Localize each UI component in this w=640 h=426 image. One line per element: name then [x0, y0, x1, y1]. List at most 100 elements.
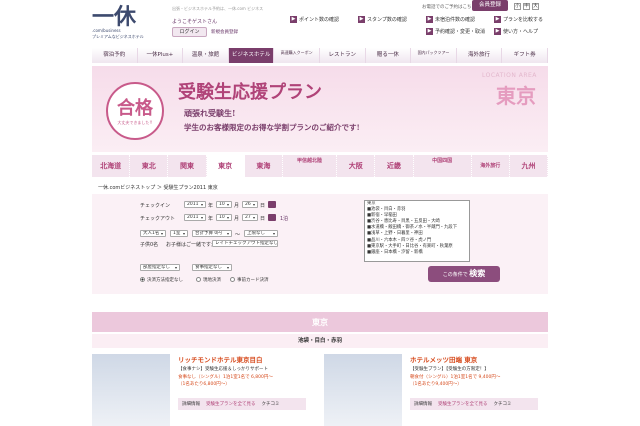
region-tab[interactable]: 近畿 — [375, 155, 414, 177]
details-button[interactable]: 詳細情報 — [414, 401, 432, 407]
new-register-link[interactable]: 新規会員登録 — [211, 29, 238, 35]
region-tab[interactable]: 甲信越北陸 — [283, 155, 338, 177]
adults-select[interactable]: 大人1名 — [140, 230, 166, 237]
hotel-name[interactable]: リッチモンドホテル東京目白 — [178, 354, 263, 364]
nav-item-business-hotel[interactable]: ビジネスホテル — [228, 48, 275, 63]
calendar-icon[interactable] — [268, 201, 276, 208]
meal-select[interactable]: 食事指定なし — [192, 264, 232, 271]
nav-item[interactable]: 一休Plus+ — [137, 48, 184, 63]
details-button[interactable]: 詳細情報 — [182, 401, 200, 407]
child-label: 子供0名 — [140, 242, 159, 248]
hotel-image[interactable] — [92, 354, 170, 426]
help-link[interactable]: ▶ 使い方・ヘルプ — [494, 28, 538, 36]
points-link[interactable]: ▶ ポイント数の確認 — [290, 16, 339, 24]
list-item[interactable]: ■銀座・日本橋・汐留・新橋 — [367, 250, 469, 256]
logo-sub2: プレミアムなビジネスホテル — [92, 34, 144, 39]
month-unit: 月 — [234, 216, 240, 222]
budget-max-select[interactable]: 上限なし — [244, 230, 278, 237]
region-tab[interactable]: 大阪 — [337, 155, 376, 177]
login-button[interactable]: ログイン — [172, 27, 207, 37]
region-tab[interactable]: 九州 — [510, 155, 549, 177]
hotel-image[interactable] — [324, 354, 402, 426]
hotel-name[interactable]: ホテルメッツ田端 東京 — [410, 354, 477, 364]
arrow-icon: ▶ — [494, 28, 501, 35]
year-unit: 年 — [208, 216, 214, 222]
site-logo[interactable]: 一休 .com/business プレミアムなビジネスホテル — [92, 6, 162, 44]
font-large-button[interactable]: 大 — [532, 3, 539, 10]
all-plans-button[interactable]: 受験生プランを全て見る — [438, 401, 488, 407]
tagline: 出張・ビジネスホテル予約は、一休.com ビジネス — [172, 6, 264, 11]
rooms-select[interactable]: 1室 — [170, 230, 188, 237]
font-medium-button[interactable]: 中 — [523, 3, 530, 10]
tel-text: お電話でのご予約はこちら — [422, 5, 476, 10]
region-tab[interactable]: 東海 — [245, 155, 283, 177]
reviews-button[interactable]: クチコミ — [494, 401, 512, 407]
hotel-plan: 【食事ナシ】受験生応援＆しっかりサポート — [178, 367, 268, 372]
region-tab[interactable]: 中国四国 — [414, 155, 472, 177]
stamps-link[interactable]: ▶ スタンプ数の確認 — [358, 16, 407, 24]
checkout-day-select[interactable]: 27 — [242, 214, 258, 221]
font-small-button[interactable]: 小 — [514, 3, 521, 10]
checkout-year-select[interactable]: 2011 — [184, 214, 206, 221]
region-tab[interactable]: 北海道 — [92, 155, 131, 177]
nav-item[interactable]: 宿泊予約 — [92, 48, 138, 63]
day-unit: 日 — [260, 203, 266, 209]
banner-subtitle: 頑張れ受験生! — [184, 108, 236, 118]
nav-item[interactable]: 海外旅行 — [456, 48, 503, 63]
payment-any-radio[interactable]: 決済方法指定なし — [140, 277, 183, 283]
checkin-day-select[interactable]: 26 — [242, 201, 258, 208]
day-unit: 日 — [260, 216, 266, 222]
location-city: 東京 — [496, 84, 536, 108]
logo-main: 一休 — [92, 4, 137, 30]
region-tab[interactable]: 東北 — [130, 155, 169, 177]
checkin-year-select[interactable]: 2011 — [184, 201, 206, 208]
checkout-label: チェックアウト — [140, 216, 176, 222]
budget-min-select[interactable]: 合計予算 0円 — [192, 230, 232, 237]
result-subarea-header: 池袋・目白・赤羽 — [92, 334, 548, 348]
arrow-icon: ▶ — [426, 16, 433, 23]
payment-card-radio[interactable]: 事前カード決済 — [230, 277, 269, 283]
nav-item[interactable]: 国内パックツアー — [411, 48, 457, 63]
nights-text: 1泊 — [280, 216, 289, 222]
nav-item[interactable]: 贈る一休 — [365, 48, 412, 63]
month-unit: 月 — [234, 203, 240, 209]
checkin-month-select[interactable]: 10 — [216, 201, 232, 208]
arrow-icon: ▶ — [494, 16, 501, 23]
checkout-month-select[interactable]: 10 — [216, 214, 232, 221]
main-nav: 宿泊予約 一休Plus+ 温泉・旅館 ビジネスホテル 高速購入クーポン レストラ… — [92, 48, 548, 63]
region-tab-tokyo[interactable]: 東京 — [206, 155, 245, 177]
arrow-icon: ▶ — [426, 28, 433, 35]
member-register-button[interactable]: 会員登録 — [472, 0, 508, 11]
hotel-actions: 詳細情報 受験生プランを全て見る クチコミ — [410, 398, 538, 410]
hotel-price: 朝食付（シングル）1泊1室1名で 9,400円〜 （1名あたり9,400円〜） — [410, 375, 501, 387]
nav-item[interactable]: 温泉・旅館 — [183, 48, 229, 63]
welcome-text: ようこそゲストさん — [172, 19, 218, 25]
stamp-text: 合格 — [117, 98, 153, 119]
compare-plans-link[interactable]: ▶ プランを比較する — [494, 16, 543, 24]
region-tab[interactable]: 海外旅行 — [472, 155, 510, 177]
search-panel: チェックイン 2011 年 10 月 26 日 チェックアウト 2011 年 1… — [92, 194, 548, 294]
nav-item[interactable]: 高速購入クーポン — [274, 48, 320, 63]
checkin-label: チェックイン — [140, 203, 171, 209]
nav-item[interactable]: ギフト券 — [502, 48, 548, 63]
payment-onsite-radio[interactable]: 現地決済 — [196, 277, 221, 283]
area-listbox[interactable]: 東京 ■池袋・目白・赤羽 ■新宿・早稲田 ■渋谷・恵比寿・目黒・五反田・大崎 ■… — [364, 200, 470, 262]
unstayed-link[interactable]: ▶ 未宿泊件数の確認 — [426, 16, 475, 24]
all-plans-button[interactable]: 受験生プランを全て見る — [206, 401, 256, 407]
calendar-icon[interactable] — [268, 214, 276, 221]
banner-title: 受験生応援プラン — [178, 82, 322, 103]
checkout-time-select[interactable]: レイトチェックアウト指定なし — [212, 240, 278, 247]
location-area-label: LOCATION AREA — [482, 72, 537, 79]
arrow-icon: ▶ — [290, 16, 297, 23]
room-type-select[interactable]: 部屋指定なし — [140, 264, 180, 271]
reviews-button[interactable]: クチコミ — [262, 401, 280, 407]
hotel-card: ホテルメッツ田端 東京 【受験生プラン】【受験生の方限定！】 朝食付（シングル）… — [324, 352, 544, 426]
search-button[interactable]: この条件で 検索 — [428, 266, 500, 282]
hotel-plan: 【受験生プラン】【受験生の方限定！】 — [410, 367, 489, 372]
reservation-link[interactable]: ▶ 予約確認・変更・取消 — [426, 28, 485, 36]
region-tabs: 北海道 東北 関東 東京 東海 甲信越北陸 大阪 近畿 中国四国 海外旅行 九州 — [92, 155, 549, 177]
breadcrumb[interactable]: 一休.comビジネストップ ＞ 受験生プラン2011 東京 — [98, 184, 218, 191]
nav-item[interactable]: レストラン — [319, 48, 366, 63]
pass-stamp: 合格 大丈夫できました!! — [106, 82, 164, 140]
region-tab[interactable]: 関東 — [168, 155, 207, 177]
